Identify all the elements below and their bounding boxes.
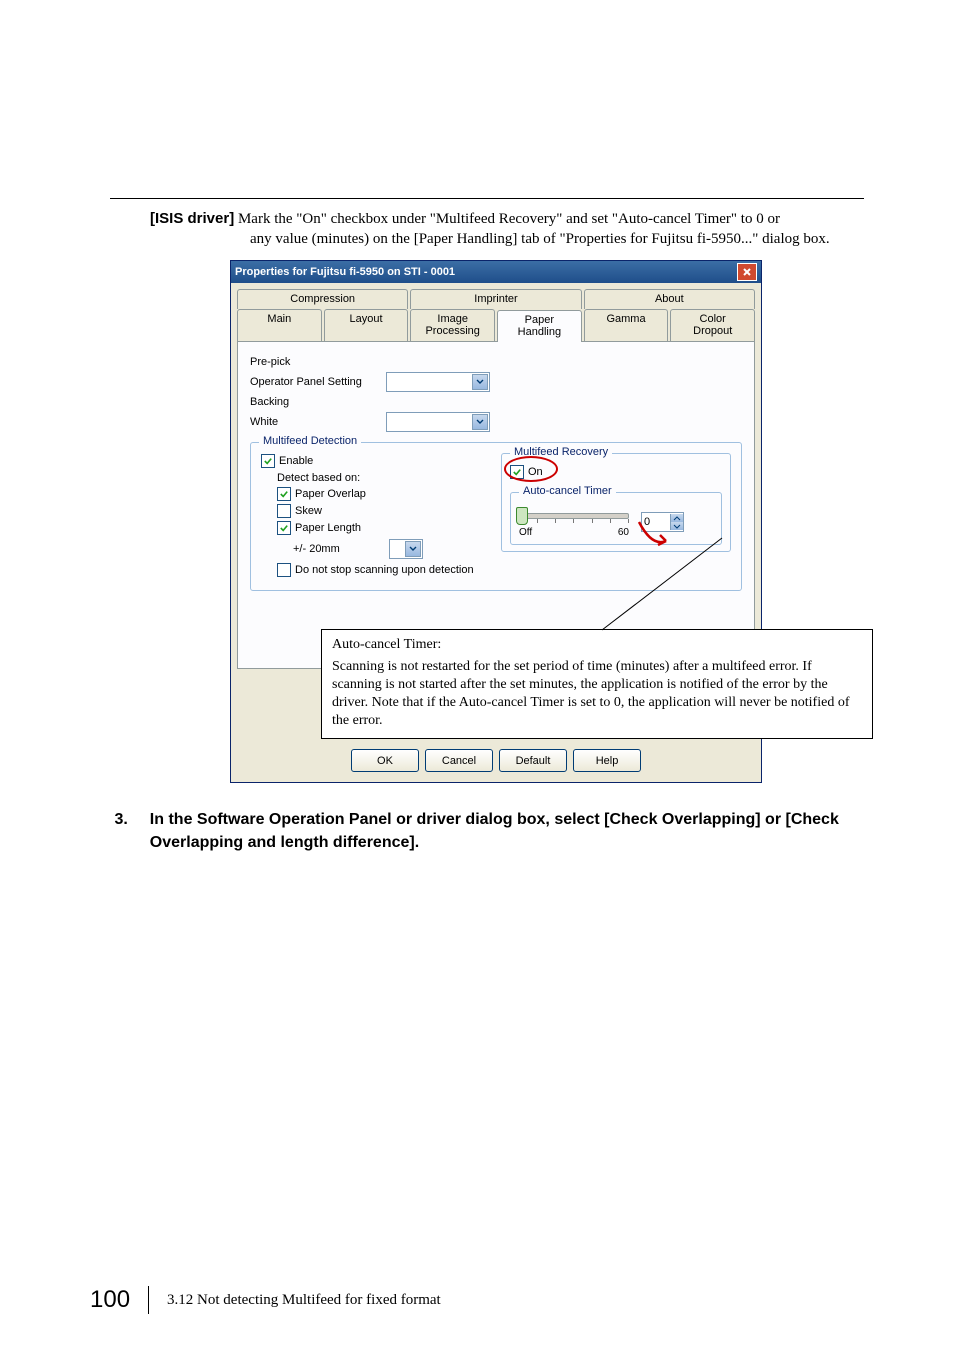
- slider-thumb[interactable]: [516, 507, 528, 525]
- spinner-up[interactable]: [671, 514, 683, 522]
- skew-checkbox[interactable]: [277, 504, 291, 518]
- tab-main[interactable]: Main: [237, 309, 322, 341]
- top-rule: [110, 198, 864, 199]
- enable-label: Enable: [279, 455, 313, 467]
- no-stop-checkbox[interactable]: [277, 563, 291, 577]
- callout-body: Scanning is not restarted for the set pe…: [332, 658, 862, 731]
- enable-checkbox[interactable]: [261, 454, 275, 468]
- cancel-button[interactable]: Cancel: [425, 749, 493, 772]
- skew-label: Skew: [295, 505, 322, 517]
- ok-button[interactable]: OK: [351, 749, 419, 772]
- section-label: 3.12 Not detecting Multifeed for fixed f…: [167, 1292, 441, 1309]
- backing-label: Backing: [250, 396, 380, 408]
- dialog-title: Properties for Fujitsu fi-5950 on STI - …: [235, 266, 455, 278]
- pl-value-label: +/- 20mm: [293, 543, 383, 555]
- dialog-buttons: OK Cancel Default Help: [231, 739, 761, 782]
- detect-based-on-label: Detect based on:: [277, 472, 491, 484]
- red-oval-annotation: [504, 456, 558, 482]
- paper-overlap-label: Paper Overlap: [295, 488, 366, 500]
- default-button[interactable]: Default: [499, 749, 567, 772]
- step-text: In the Software Operation Panel or drive…: [150, 809, 864, 854]
- callout-box: Auto-cancel Timer: Scanning is not resta…: [321, 629, 873, 740]
- chevron-down-icon: [472, 414, 488, 430]
- properties-dialog: Properties for Fujitsu fi-5950 on STI - …: [230, 260, 762, 784]
- timer-spinner[interactable]: [641, 512, 684, 532]
- page-footer: 100 3.12 Not detecting Multifeed for fix…: [90, 1286, 441, 1314]
- operator-panel-label: Operator Panel Setting: [250, 376, 380, 388]
- tab-color-dropout[interactable]: Color Dropout: [670, 309, 755, 341]
- close-icon: [742, 267, 752, 277]
- spinner-down[interactable]: [671, 522, 683, 530]
- paper-overlap-checkbox[interactable]: [277, 487, 291, 501]
- help-button[interactable]: Help: [573, 749, 641, 772]
- callout-title: Auto-cancel Timer:: [332, 636, 862, 654]
- timer-group-label: Auto-cancel Timer: [519, 485, 616, 497]
- dialog-titlebar: Properties for Fujitsu fi-5950 on STI - …: [231, 261, 761, 283]
- backing-value: White: [250, 416, 380, 428]
- chevron-down-icon: [472, 374, 488, 390]
- close-button[interactable]: [737, 263, 757, 281]
- timer-input[interactable]: [642, 516, 670, 528]
- tab-compression[interactable]: Compression: [237, 289, 408, 309]
- operator-panel-dropdown[interactable]: [386, 372, 490, 392]
- paper-length-label: Paper Length: [295, 522, 361, 534]
- intro-line1: Mark the "On" checkbox under "Multifeed …: [234, 211, 780, 227]
- tab-layout[interactable]: Layout: [324, 309, 409, 341]
- tab-imprinter[interactable]: Imprinter: [410, 289, 581, 309]
- dialog-wrapper: Properties for Fujitsu fi-5950 on STI - …: [230, 260, 864, 784]
- prepick-label: Pre-pick: [250, 356, 380, 368]
- tab-gamma[interactable]: Gamma: [584, 309, 669, 341]
- backing-dropdown[interactable]: [386, 412, 490, 432]
- step-3: 3. In the Software Operation Panel or dr…: [110, 809, 864, 854]
- paper-length-checkbox[interactable]: [277, 521, 291, 535]
- mf-group-label: Multifeed Detection: [259, 435, 361, 447]
- intro-paragraph: [ISIS driver] Mark the "On" checkbox und…: [150, 209, 864, 250]
- no-stop-label: Do not stop scanning upon detection: [295, 564, 474, 576]
- intro-line2: any value (minutes) on the [Paper Handli…: [250, 229, 864, 249]
- multifeed-detection-group: Multifeed Detection Enable Detect based …: [250, 442, 742, 591]
- timer-slider[interactable]: [519, 507, 629, 529]
- multifeed-recovery-group: Multifeed Recovery On: [501, 453, 731, 552]
- chevron-down-icon: [405, 541, 421, 557]
- tab-image-processing[interactable]: Image Processing: [410, 309, 495, 341]
- pl-dropdown[interactable]: [389, 539, 423, 559]
- tab-about[interactable]: About: [584, 289, 755, 309]
- footer-divider: [148, 1286, 149, 1314]
- page-number: 100: [90, 1286, 130, 1314]
- tab-body: Pre-pick Operator Panel Setting Backing: [237, 341, 755, 669]
- auto-cancel-timer-group: Auto-cancel Timer: [510, 492, 722, 545]
- tab-paper-handling[interactable]: Paper Handling: [497, 310, 582, 342]
- isis-driver-label: [ISIS driver]: [150, 210, 234, 227]
- step-number: 3.: [110, 809, 128, 854]
